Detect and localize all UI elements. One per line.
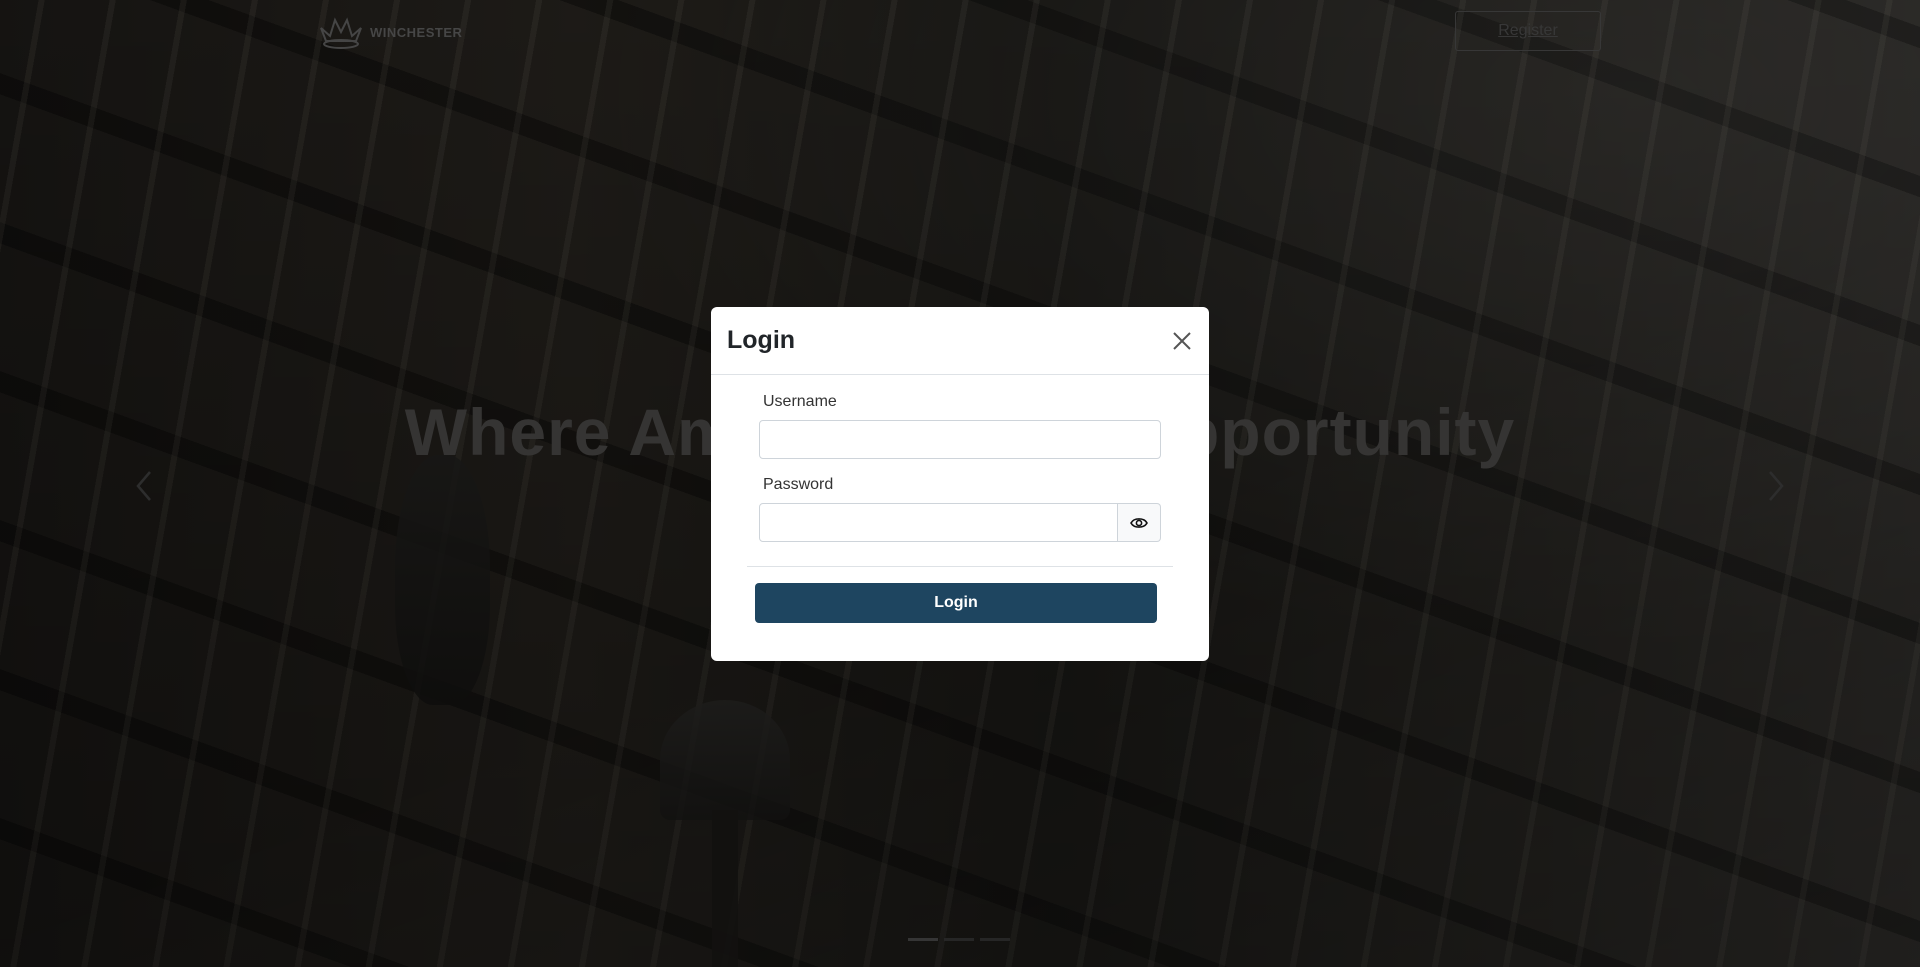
username-label: Username (763, 393, 837, 410)
close-button[interactable] (1169, 328, 1195, 354)
toggle-password-visibility-button[interactable] (1118, 503, 1161, 542)
modal-header: Login (711, 307, 1209, 375)
password-input[interactable] (759, 503, 1118, 542)
modal-title: Login (727, 326, 796, 354)
password-label: Password (763, 476, 834, 493)
close-icon (1173, 331, 1191, 350)
login-button[interactable]: Login (755, 583, 1157, 623)
modal-divider (747, 566, 1173, 567)
password-group (759, 503, 1161, 542)
page: WINCHESTER Register Where America Meets … (0, 0, 1920, 967)
eye-icon (1130, 517, 1148, 528)
modal-body: Username Password (711, 375, 1209, 542)
login-modal: Login Username Password Login (711, 307, 1209, 661)
username-input[interactable] (759, 420, 1161, 459)
